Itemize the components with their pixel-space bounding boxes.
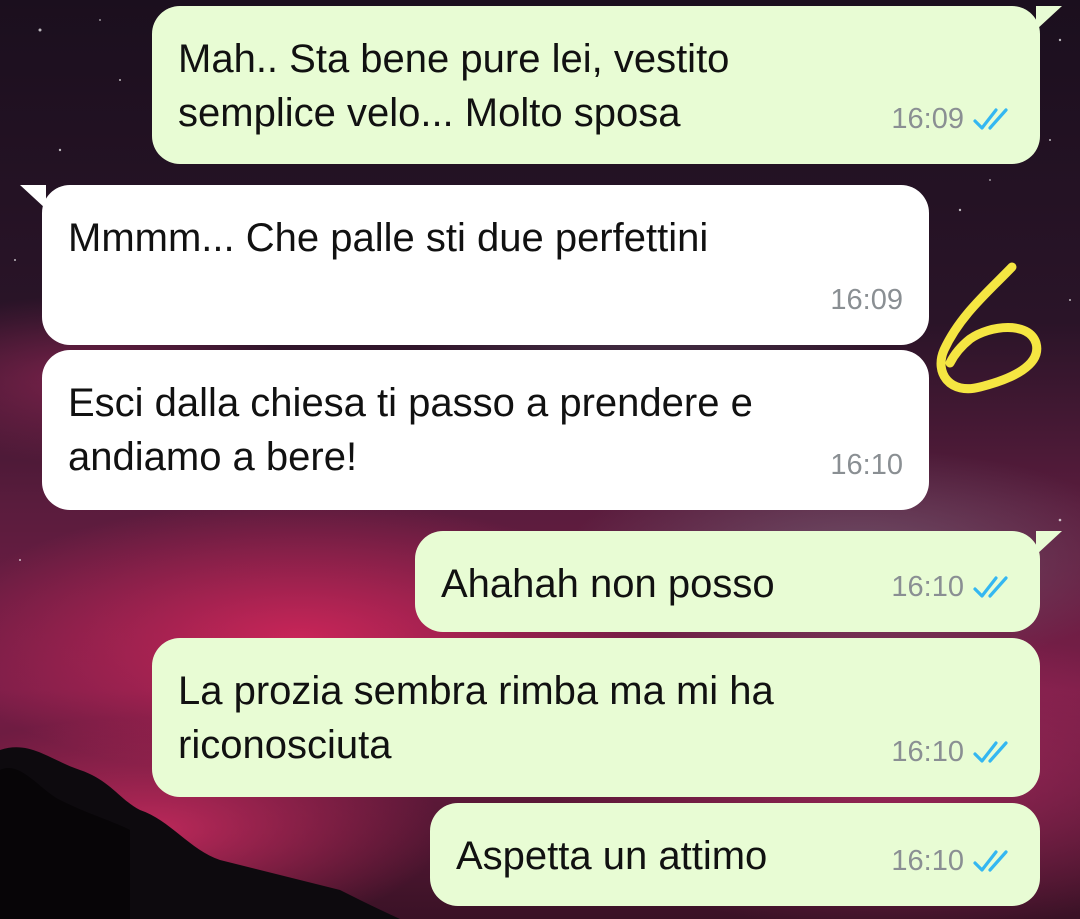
bubble-tail: [1036, 531, 1062, 555]
message-time: 16:10: [830, 449, 903, 481]
message-time: 16:09: [830, 284, 903, 316]
double-check-read-icon: [973, 741, 1008, 763]
message-bubble-incoming[interactable]: Mmmm... Che palle sti due perfettini 16:…: [20, 185, 929, 345]
message-time: 16:09: [891, 103, 964, 135]
message-text: Mmmm... Che palle sti due perfettini: [68, 216, 709, 260]
message-time: 16:10: [891, 736, 964, 768]
message-text: Esci dalla chiesa ti passo a prendere e …: [68, 381, 753, 479]
message-bubble-outgoing[interactable]: Ahahah non posso 16:10: [415, 531, 1062, 632]
handwritten-six-annotation: [936, 262, 1042, 394]
message-meta: 16:10: [891, 834, 1014, 888]
bubble-tail: [1036, 6, 1062, 30]
double-check-read-icon: [973, 108, 1008, 130]
message-meta: 16:10: [891, 560, 1014, 614]
message-bubble-outgoing[interactable]: Mah.. Sta bene pure lei, vestito semplic…: [152, 6, 1062, 164]
message-text: Ahahah non posso: [441, 562, 775, 606]
message-meta: 16:09: [830, 273, 903, 327]
message-meta: 16:10: [891, 725, 1014, 779]
message-text: Aspetta un attimo: [456, 834, 768, 878]
message-bubble-outgoing[interactable]: Aspetta un attimo 16:10: [430, 803, 1040, 906]
message-time: 16:10: [891, 571, 964, 603]
message-bubble-outgoing[interactable]: La prozia sembra rimba ma mi ha riconosc…: [152, 638, 1040, 797]
message-bubble-incoming[interactable]: Esci dalla chiesa ti passo a prendere e …: [42, 350, 929, 510]
message-text: Mah.. Sta bene pure lei, vestito semplic…: [178, 37, 730, 135]
message-time: 16:10: [891, 845, 964, 877]
double-check-read-icon: [973, 576, 1008, 598]
bubble-tail: [20, 185, 46, 209]
message-meta: 16:10: [830, 438, 903, 492]
message-text: La prozia sembra rimba ma mi ha riconosc…: [178, 669, 774, 767]
double-check-read-icon: [973, 850, 1008, 872]
message-meta: 16:09: [891, 92, 1014, 146]
